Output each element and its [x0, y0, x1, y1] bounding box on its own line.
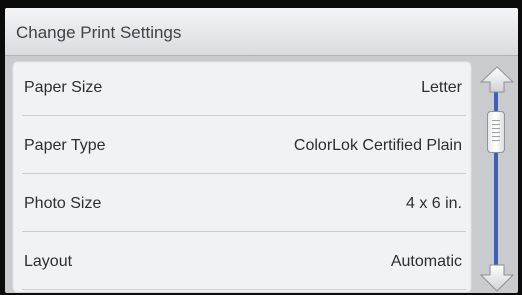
scroll-thumb[interactable] — [487, 111, 505, 153]
grip-line — [492, 140, 500, 141]
setting-row-paper-type[interactable]: Paper Type ColorLok Certified Plain — [12, 119, 472, 174]
setting-row-layout[interactable]: Layout Automatic — [12, 235, 472, 290]
setting-value: 4 x 6 in. — [405, 195, 462, 212]
grip-line — [492, 136, 500, 137]
row-divider — [22, 231, 466, 232]
setting-label: Photo Size — [24, 195, 102, 212]
setting-row-paper-size[interactable]: Paper Size Letter — [12, 61, 472, 116]
grip-line — [492, 124, 500, 125]
setting-value: Automatic — [390, 253, 462, 270]
setting-label: Layout — [24, 253, 73, 270]
setting-label: Paper Size — [24, 79, 103, 96]
arrow-down-icon[interactable] — [479, 263, 515, 293]
page-title: Change Print Settings — [16, 23, 182, 42]
setting-row-photo-size[interactable]: Photo Size 4 x 6 in. — [12, 177, 472, 232]
setting-label: Paper Type — [24, 137, 106, 154]
scrollbar[interactable] — [475, 61, 518, 293]
row-divider — [22, 173, 466, 174]
grip-line — [492, 120, 500, 121]
print-settings-screen: Change Print Settings Paper Size Letter … — [5, 8, 518, 293]
grip-line — [492, 128, 500, 129]
setting-value: ColorLok Certified Plain — [293, 137, 462, 154]
arrow-up-icon[interactable] — [479, 65, 515, 95]
row-divider — [22, 115, 466, 116]
grip-line — [492, 132, 500, 133]
row-divider — [22, 289, 466, 290]
settings-list: Paper Size Letter Paper Type ColorLok Ce… — [12, 61, 472, 293]
title-bar: Change Print Settings — [5, 8, 518, 56]
setting-value: Letter — [421, 79, 462, 96]
